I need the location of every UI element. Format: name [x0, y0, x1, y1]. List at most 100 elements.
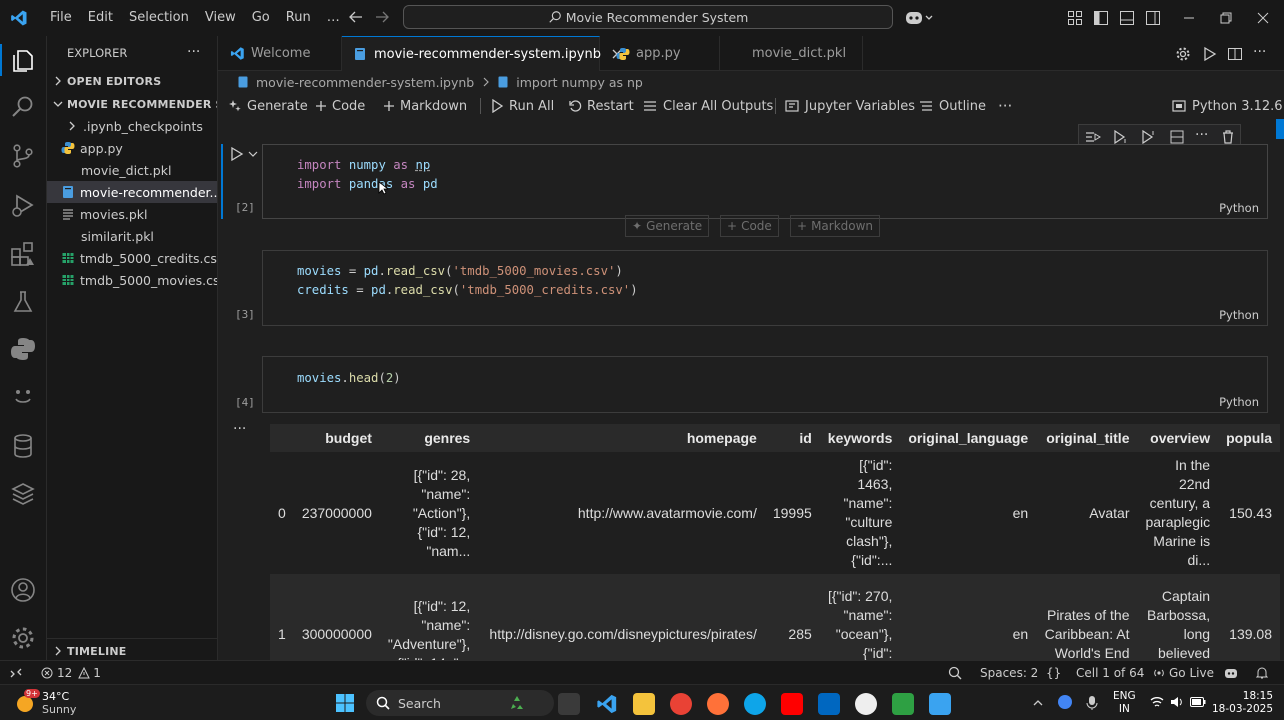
insert-markdown-button[interactable]: + Markdown	[790, 215, 881, 237]
clock[interactable]: 18:15 18-03-2025	[1212, 690, 1273, 716]
insert-generate-button[interactable]: ✦ Generate	[625, 215, 710, 237]
jupyter-variables-button[interactable]: Jupyter Variables	[785, 93, 915, 119]
code-cell[interactable]: movies.head(2) Python	[262, 356, 1268, 413]
file-app-py[interactable]: app.py	[47, 137, 217, 159]
chevron-up-icon[interactable]	[1032, 697, 1044, 709]
copilot-icon[interactable]	[905, 9, 935, 27]
cell-language[interactable]: Python	[1219, 201, 1259, 215]
menu-view[interactable]: View	[197, 0, 244, 36]
execute-cell-icon[interactable]	[1141, 130, 1157, 144]
file-credits-csv[interactable]: tmdb_5000_credits.csv	[47, 247, 217, 269]
timeline-section[interactable]: TIMELINE	[47, 640, 217, 662]
file-similarit-pkl[interactable]: similarit.pkl	[47, 225, 217, 247]
chrome-icon[interactable]	[670, 693, 692, 715]
copilot-chat-icon[interactable]	[9, 382, 37, 410]
weather-text[interactable]: 34°C Sunny	[42, 690, 76, 716]
generate-button[interactable]: Generate	[228, 93, 308, 119]
python-icon[interactable]	[9, 335, 37, 363]
github-icon[interactable]	[855, 693, 877, 715]
code-cell[interactable]: import numpy as np import pandas as pd P…	[262, 144, 1268, 219]
running-app-icon[interactable]	[892, 693, 914, 715]
edge-icon[interactable]	[744, 693, 766, 715]
go-live-button[interactable]: Go Live	[1153, 661, 1214, 684]
toggle-primary-sidebar-icon[interactable]	[1093, 10, 1109, 26]
toggle-secondary-sidebar-icon[interactable]	[1145, 10, 1161, 26]
kernel-picker[interactable]: Python 3.12.6	[1172, 93, 1283, 119]
store-icon[interactable]	[818, 693, 840, 715]
outline-button[interactable]: Outline	[919, 93, 986, 119]
menu-run[interactable]: Run	[278, 0, 319, 36]
cell-more-icon[interactable]: ···	[1195, 127, 1208, 143]
run-icon[interactable]	[1201, 46, 1217, 62]
task-view-icon[interactable]	[558, 693, 580, 715]
explorer-icon[interactable]	[9, 46, 37, 74]
open-editors-section[interactable]: OPEN EDITORS	[47, 70, 217, 92]
layers-icon[interactable]	[9, 480, 37, 508]
customize-layout-icon[interactable]	[1067, 10, 1083, 26]
problems-indicator[interactable]: 12 1	[41, 661, 101, 684]
cell-position-status[interactable]: Cell 1 of 64	[1076, 661, 1144, 684]
firefox-icon[interactable]	[707, 693, 729, 715]
cell-language[interactable]: Python	[1219, 395, 1259, 409]
taskbar-search-box[interactable]: Search	[366, 690, 554, 716]
windows-start-icon[interactable]	[335, 693, 355, 713]
restart-button[interactable]: Restart	[568, 93, 634, 119]
close-window-icon[interactable]	[1256, 10, 1270, 26]
code-cell[interactable]: movies = pd.read_csv('tmdb_5000_movies.c…	[262, 250, 1268, 326]
scrollbar-thumb[interactable]	[1276, 119, 1284, 139]
menu-selection[interactable]: Selection	[121, 0, 197, 36]
toggle-panel-icon[interactable]	[1119, 10, 1135, 26]
add-markdown-button[interactable]: Markdown	[383, 93, 467, 119]
weather-widget-icon[interactable]: 9+	[10, 689, 40, 717]
youtube-icon[interactable]	[781, 693, 803, 715]
input-language[interactable]: ENG IN	[1113, 690, 1136, 716]
run-above-icon[interactable]	[1085, 130, 1101, 144]
menu-more[interactable]: …	[319, 0, 348, 36]
command-center-search[interactable]: Movie Recommender System	[403, 5, 893, 29]
output-more-icon[interactable]: ···	[233, 421, 246, 437]
language-braces[interactable]: {}	[1046, 661, 1061, 684]
file-explorer-icon[interactable]	[633, 693, 655, 715]
breadcrumb-symbol[interactable]: import numpy as np	[516, 75, 643, 90]
wifi-icon[interactable]	[1150, 696, 1164, 708]
nav-forward-icon[interactable]	[374, 9, 390, 25]
add-code-button[interactable]: Code	[315, 93, 365, 119]
menu-file[interactable]: File	[42, 0, 80, 36]
file-movies-csv[interactable]: tmdb_5000_movies.csv	[47, 269, 217, 291]
tab-app-py[interactable]: app.py	[600, 36, 720, 71]
file-notebook-selected[interactable]: movie-recommender...	[47, 181, 217, 203]
copilot-status-icon[interactable]	[1224, 661, 1238, 684]
indentation-status[interactable]: Spaces: 2	[980, 661, 1038, 684]
settings-gear-icon[interactable]	[9, 624, 37, 652]
snipping-tool-icon[interactable]	[929, 693, 951, 715]
settings-gear-icon[interactable]	[1175, 46, 1191, 62]
insert-code-button[interactable]: + Code	[720, 215, 779, 237]
account-icon[interactable]	[9, 576, 37, 604]
restore-icon[interactable]	[1219, 10, 1233, 26]
tray-app-icon[interactable]	[1058, 695, 1072, 709]
extensions-icon[interactable]	[9, 240, 37, 268]
toolbar-more-icon[interactable]: ···	[998, 93, 1012, 119]
zoom-icon[interactable]	[948, 661, 962, 684]
file-ipynb-checkpoints[interactable]: .ipynb_checkpoints	[47, 115, 217, 137]
tab-notebook[interactable]: movie-recommender-system.ipynb	[342, 36, 622, 71]
source-control-icon[interactable]	[9, 142, 37, 170]
clear-outputs-button[interactable]: Clear All Outputs	[643, 93, 773, 119]
database-icon[interactable]	[9, 432, 37, 460]
menu-go[interactable]: Go	[244, 0, 278, 36]
run-cell-icon[interactable]	[230, 147, 244, 161]
run-below-icon[interactable]	[1113, 130, 1129, 144]
remote-icon[interactable]	[10, 661, 22, 684]
volume-icon[interactable]	[1170, 696, 1184, 708]
tab-welcome[interactable]: Welcome	[218, 36, 342, 71]
run-debug-icon[interactable]	[9, 191, 37, 219]
tab-more-icon[interactable]: ···	[1253, 44, 1266, 60]
delete-cell-icon[interactable]	[1221, 130, 1235, 144]
chevron-down-icon[interactable]	[248, 149, 258, 159]
project-section[interactable]: MOVIE RECOMMENDER S...	[47, 93, 217, 115]
battery-icon[interactable]	[1190, 697, 1206, 707]
run-all-button[interactable]: Run All	[490, 93, 554, 119]
split-cell-icon[interactable]	[1169, 130, 1185, 144]
file-movies-pkl[interactable]: movies.pkl	[47, 203, 217, 225]
search-icon[interactable]	[9, 93, 37, 121]
